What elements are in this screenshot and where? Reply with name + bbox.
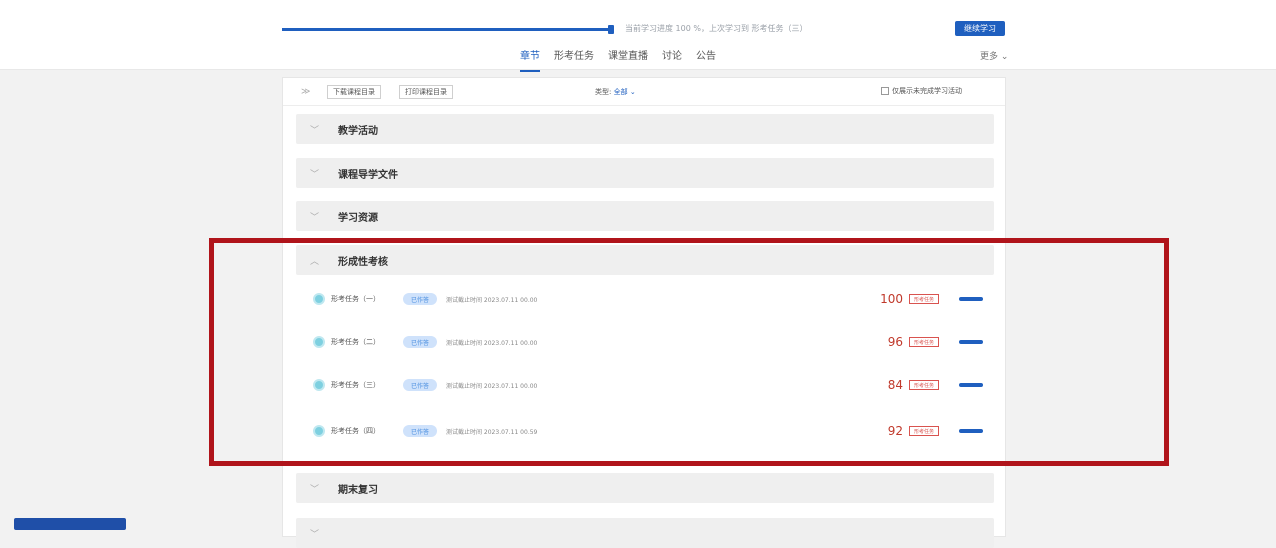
task-score: 96 [887,335,903,349]
progress-text: 当前学习进度 100 %，上次学习到 形考任务（三） [625,24,808,33]
chevron-double-down-icon[interactable]: ≫ [301,87,310,97]
task-row[interactable]: 形考任务（二） 已作答 测试截止时间 2023.07.11 00.00 96 形… [313,332,993,352]
side-floating-button[interactable] [14,518,126,530]
task-name[interactable]: 形考任务（二） [331,337,391,347]
answered-badge: 已作答 [403,425,438,437]
section-learning-resources[interactable]: ﹀ 学习资源 [296,201,994,231]
only-unfinished-label: 仅展示未完成学习活动 [892,87,962,95]
chapter-toolbar: ≫ 下载课程目录 打印课程目录 类型: 全部 ⌄ 仅展示未完成学习活动 [283,78,1005,106]
chevron-down-icon: ﹀ [310,484,320,495]
task-status-icon [313,379,325,391]
answered-badge: 已作答 [403,379,438,391]
main-tabs: 章节 形考任务 课堂直播 讨论 公告 [520,47,716,72]
task-type-tag: 形考任务 [909,426,940,436]
task-row[interactable]: 形考任务（四） 已作答 测试截止时间 2023.07.11 00.59 92 形… [313,421,993,441]
task-name[interactable]: 形考任务（一） [331,294,391,304]
task-progress-bar [959,297,983,301]
chevron-down-icon: ﹀ [310,125,320,136]
task-progress-bar [959,383,983,387]
progress-bar [282,28,612,31]
task-deadline: 测试截止时间 2023.07.11 00.00 [446,296,538,304]
only-unfinished-checkbox[interactable]: 仅展示未完成学习活动 [881,86,962,96]
tab-tasks[interactable]: 形考任务 [554,47,594,68]
type-filter-value[interactable]: 全部 ⌄ [614,88,636,96]
type-filter[interactable]: 类型: 全部 ⌄ [595,87,636,97]
answered-badge: 已作答 [403,336,438,348]
task-progress-bar [959,429,983,433]
section-title: 形成性考核 [338,256,388,268]
chevron-up-icon: ︿ [310,256,320,267]
task-status-icon [313,425,325,437]
section-formative-assessment[interactable]: ︿ 形成性考核 [296,245,994,275]
task-row[interactable]: 形考任务（一） 已作答 测试截止时间 2023.07.11 00.00 100 … [313,289,993,309]
tab-discussion[interactable]: 讨论 [662,47,682,68]
print-catalog-button[interactable]: 打印课程目录 [399,85,453,99]
type-filter-label: 类型: [595,88,612,96]
section-next-collapsed[interactable]: ﹀ [296,518,994,548]
task-row[interactable]: 形考任务（三） 已作答 测试截止时间 2023.07.11 00.00 84 形… [313,375,993,395]
section-course-guide[interactable]: ﹀ 课程导学文件 [296,158,994,188]
task-name[interactable]: 形考任务（四） [331,426,391,436]
section-title: 期末复习 [338,484,378,496]
download-catalog-button[interactable]: 下载课程目录 [327,85,381,99]
task-type-tag: 形考任务 [909,294,940,304]
task-status-icon [313,293,325,305]
chevron-down-icon: ﹀ [310,169,320,180]
task-score: 100 [880,292,903,306]
task-status-icon [313,336,325,348]
section-teaching-activities[interactable]: ﹀ 教学活动 [296,114,994,144]
progress-fill [282,28,612,31]
section-title: 学习资源 [338,212,378,224]
task-deadline: 测试截止时间 2023.07.11 00.59 [446,428,538,436]
section-title: 课程导学文件 [338,169,398,181]
task-progress-bar [959,340,983,344]
chapter-panel: ≫ 下载课程目录 打印课程目录 类型: 全部 ⌄ 仅展示未完成学习活动 ﹀ 教学… [282,77,1006,548]
task-score: 92 [887,424,903,438]
tab-announcements[interactable]: 公告 [696,47,716,68]
top-bar: 当前学习进度 100 %，上次学习到 形考任务（三） 继续学习 章节 形考任务 … [0,0,1276,72]
progress-marker [608,25,614,34]
chevron-down-icon: ﹀ [310,212,320,223]
section-final-review[interactable]: ﹀ 期末复习 [296,473,994,503]
task-type-tag: 形考任务 [909,337,940,347]
tab-chapters[interactable]: 章节 [520,47,540,72]
continue-study-button[interactable]: 继续学习 [955,21,1005,36]
section-title: 教学活动 [338,125,378,137]
task-type-tag: 形考任务 [909,380,940,390]
task-score: 84 [887,378,903,392]
task-deadline: 测试截止时间 2023.07.11 00.00 [446,382,538,390]
more-dropdown[interactable]: 更多 ⌄ [980,49,1008,62]
tab-live[interactable]: 课堂直播 [608,47,648,68]
task-deadline: 测试截止时间 2023.07.11 00.00 [446,339,538,347]
checkbox-icon[interactable] [881,87,889,95]
answered-badge: 已作答 [403,293,438,305]
task-name[interactable]: 形考任务（三） [331,380,391,390]
chevron-down-icon: ﹀ [310,529,320,540]
